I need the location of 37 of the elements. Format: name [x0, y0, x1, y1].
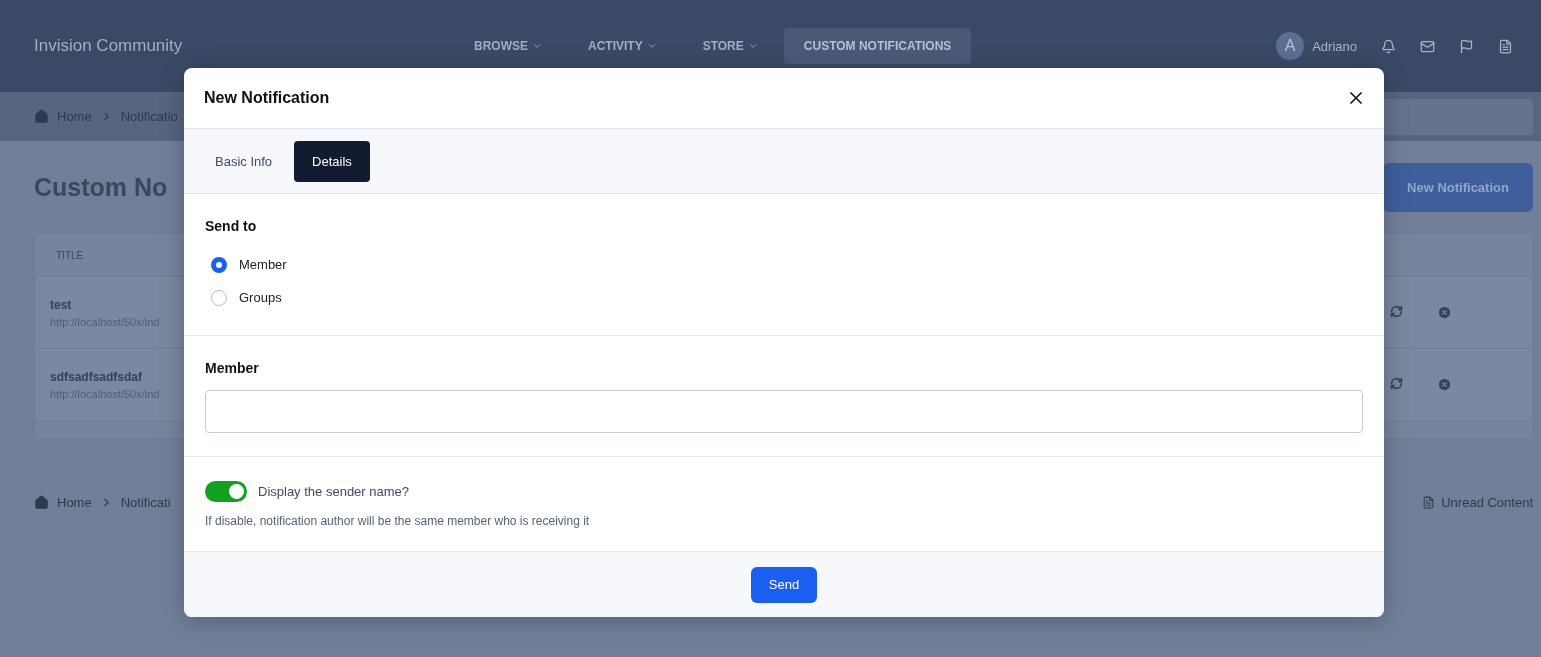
field-label: Send to — [205, 218, 258, 234]
row-title: test — [50, 297, 73, 312]
user-menu[interactable]: A Adriano — [1276, 32, 1357, 60]
radio-button[interactable] — [211, 256, 227, 273]
help-text: If disable, notification author will be the same member who is receiving it — [205, 514, 591, 528]
modal-title: New Notification — [204, 89, 330, 107]
toggle-label: Display the sender name? — [258, 484, 410, 499]
breadcrumb-link[interactable]: Home — [57, 495, 92, 510]
new-notification-button[interactable]: New Notification — [1383, 162, 1533, 212]
radio-label: Groups — [239, 290, 282, 305]
row-title: sdfsadfsadfsdaf — [50, 369, 144, 384]
refresh-icon[interactable] — [1390, 377, 1403, 390]
site-logo[interactable]: Invision Community — [34, 36, 454, 56]
column-header: TITLE — [56, 249, 84, 261]
refresh-icon[interactable] — [1390, 305, 1403, 318]
radio-button[interactable] — [211, 289, 227, 306]
member-input-field[interactable] — [205, 390, 1363, 433]
document-icon[interactable] — [1498, 38, 1513, 54]
page-title: Custom No — [34, 172, 168, 202]
user-avatar: A — [1276, 32, 1305, 60]
mail-icon[interactable] — [1420, 38, 1435, 54]
send-button[interactable]: Send — [750, 566, 818, 603]
toggle-switch[interactable] — [205, 481, 247, 502]
nav-link[interactable]: CUSTOM NOTIFICATIONS — [783, 28, 972, 64]
bell-icon[interactable] — [1381, 38, 1396, 54]
tab[interactable]: Basic Info — [197, 140, 291, 182]
home-icon — [34, 109, 49, 124]
field-label: Member — [205, 360, 260, 376]
document-icon — [1422, 496, 1436, 509]
tab[interactable]: Details — [294, 140, 370, 182]
remove-icon[interactable] — [1437, 377, 1452, 392]
radio-label: Member — [239, 257, 287, 272]
home-icon — [34, 495, 49, 510]
remove-icon[interactable] — [1437, 305, 1452, 320]
unread-content-link[interactable]: Unread Content — [1422, 495, 1533, 510]
flag-icon[interactable] — [1459, 38, 1474, 54]
breadcrumb-link[interactable]: Notificati — [120, 495, 171, 510]
